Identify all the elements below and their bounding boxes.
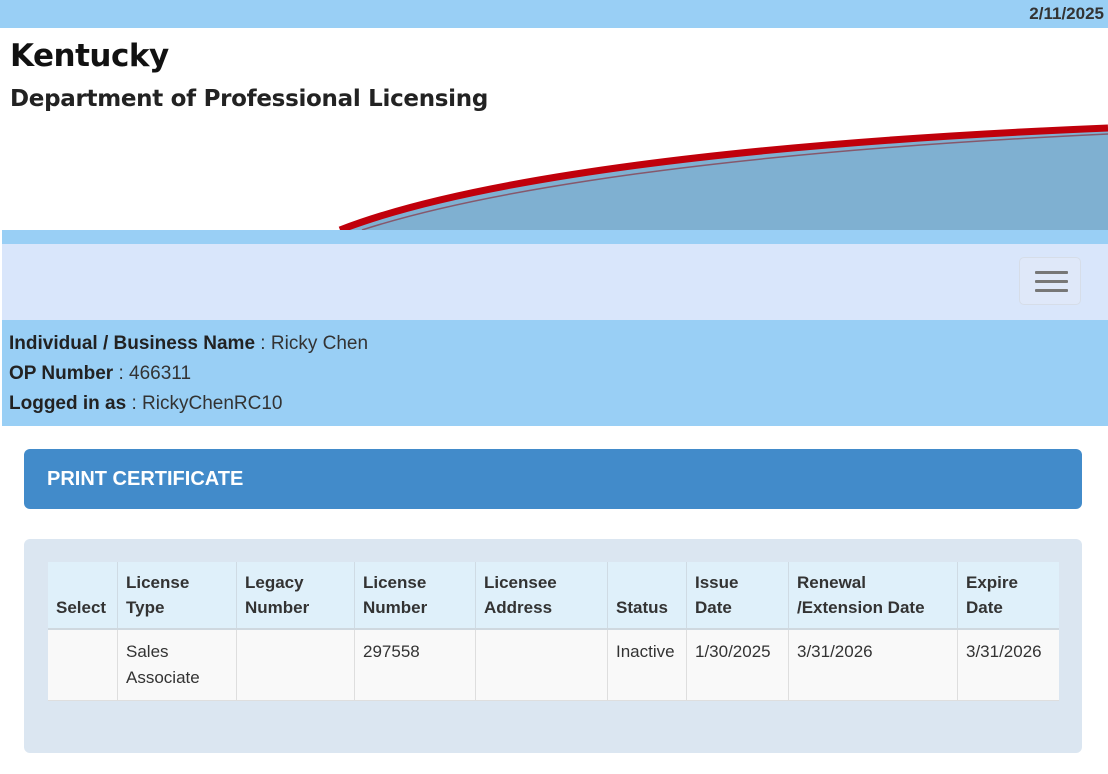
cell-select[interactable]	[48, 629, 118, 701]
col-status-label: Status	[616, 598, 668, 617]
col-issue-date: Issue Date	[686, 562, 789, 630]
col-renewal-date-label-2: /Extension Date	[797, 598, 925, 617]
col-license-number: License Number	[354, 562, 476, 630]
logged-in-row: Logged in as : RickyChenRC10	[9, 393, 282, 415]
col-license-number-label-1: License	[363, 573, 427, 592]
col-issue-date-label-1: Issue	[695, 573, 739, 592]
col-license-type-label-2: Type	[126, 598, 165, 617]
license-table: Select License Type Legacy Number License N…	[48, 562, 1059, 701]
navbar	[2, 244, 1108, 320]
hamburger-line	[1035, 280, 1068, 283]
cell-status: Inactive	[607, 629, 687, 701]
separator: :	[113, 363, 130, 384]
op-number-value: 466311	[129, 363, 192, 384]
col-licensee-address: Licensee Address	[475, 562, 608, 630]
col-expire-date-label-2: Date	[966, 598, 1003, 617]
print-certificate-header: PRINT CERTIFICATE	[24, 449, 1082, 509]
col-select: Select	[48, 562, 118, 630]
table-row[interactable]: Sales Associate 297558 Inactive 1/30/2025…	[48, 629, 1059, 701]
department-name: Department of Professional Licensing	[10, 86, 488, 112]
col-legacy-number-label-1: Legacy	[245, 573, 304, 592]
current-date: 2/11/2025	[1029, 4, 1104, 23]
col-select-label: Select	[56, 598, 107, 617]
logged-in-label: Logged in as	[9, 393, 127, 414]
user-name-label: Individual / Business Name	[9, 333, 256, 354]
col-licensee-address-label-2: Address	[484, 598, 553, 617]
hamburger-menu-icon	[1035, 271, 1068, 274]
col-issue-date-label-2: Date	[695, 598, 732, 617]
panel-title: PRINT CERTIFICATE	[47, 468, 244, 490]
certificate-panel-body: Select License Type Legacy Number License N…	[24, 539, 1082, 753]
separator: :	[255, 333, 271, 354]
cell-license-type: Sales Associate	[117, 629, 237, 701]
col-license-type: License Type	[117, 562, 237, 630]
col-expire-date-label-1: Expire	[966, 573, 1018, 592]
table-header-row: Select License Type Legacy Number License N…	[48, 562, 1059, 630]
hamburger-line	[1035, 289, 1068, 292]
user-info-panel: Individual / Business Name : Ricky Chen …	[2, 320, 1108, 426]
hamburger-menu-button[interactable]	[1019, 257, 1081, 305]
col-renewal-date-label-1: Renewal	[797, 573, 866, 592]
top-bar: 2/11/2025	[0, 0, 1108, 28]
col-renewal-date: Renewal/Extension Date	[788, 562, 958, 630]
col-legacy-number: Legacy Number	[236, 562, 355, 630]
separator: :	[126, 393, 143, 414]
state-name: Kentucky	[10, 38, 169, 74]
logged-in-value: RickyChenRC10	[142, 393, 283, 414]
cell-license-type-line-1: Sales	[126, 642, 169, 661]
user-name-value: Ricky Chen	[270, 333, 369, 354]
col-legacy-number-label-2: Number	[245, 598, 310, 617]
op-number-row: OP Number : 466311	[9, 363, 191, 385]
col-status: Status	[607, 562, 687, 630]
cell-licensee-address	[475, 629, 608, 701]
cell-renewal-date: 3/31/2026	[788, 629, 958, 701]
op-number-label: OP Number	[9, 363, 114, 384]
banner-divider	[2, 230, 1108, 244]
cell-legacy-number	[236, 629, 355, 701]
col-expire-date: Expire Date	[957, 562, 1059, 630]
col-licensee-address-label-1: Licensee	[484, 573, 557, 592]
cell-expire-date: 3/31/2026	[957, 629, 1059, 701]
cell-issue-date: 1/30/2025	[686, 629, 789, 701]
header-banner: Kentucky Department of Professional Lice…	[2, 28, 1108, 230]
cell-license-number: 297558	[354, 629, 476, 701]
user-name-row: Individual / Business Name : Ricky Chen	[9, 333, 368, 355]
cell-license-type-line-2: Associate	[126, 668, 200, 687]
col-license-number-label-2: Number	[363, 598, 428, 617]
col-license-type-label-1: License	[126, 573, 190, 592]
